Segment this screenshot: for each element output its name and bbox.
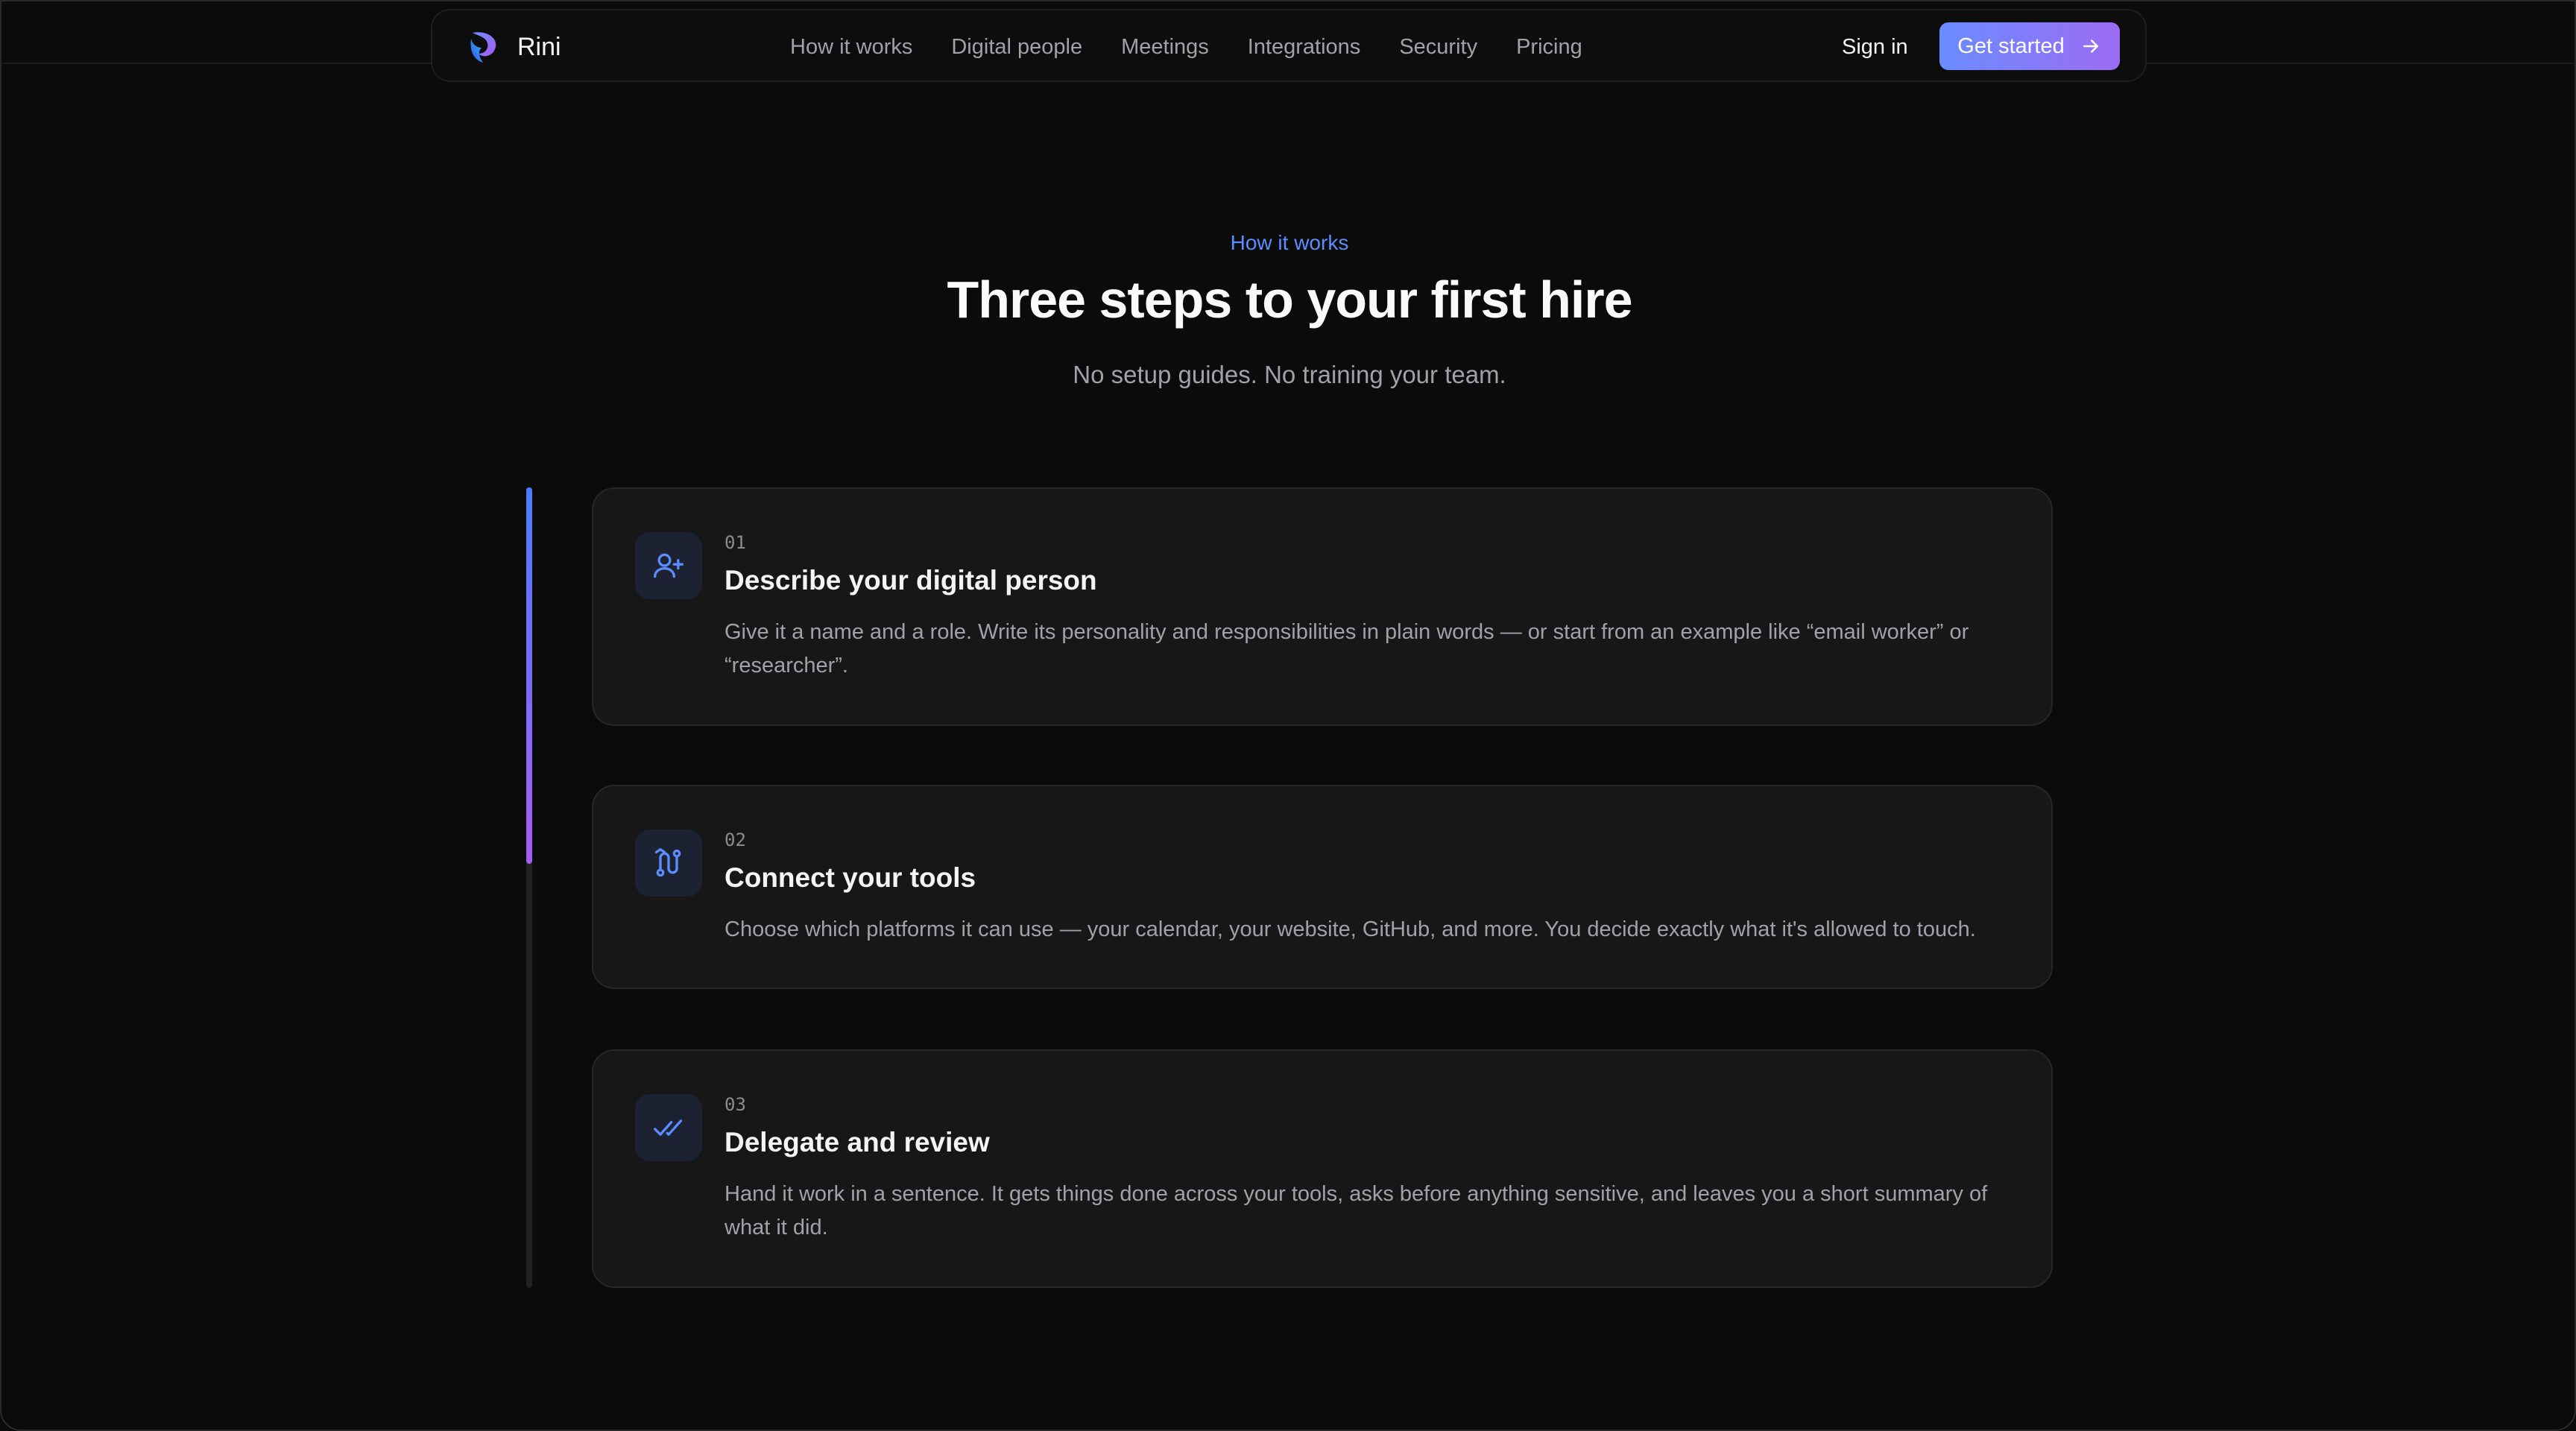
section-subtitle: No setup guides. No training your team.: [1073, 361, 1506, 388]
sign-in-link[interactable]: Sign in: [1842, 10, 1908, 83]
brand-logo-link[interactable]: Rini: [465, 28, 561, 66]
arrow-right-icon: [2065, 35, 2102, 57]
step-number: 02: [724, 830, 746, 850]
section-eyebrow: How it works: [1230, 231, 1349, 254]
step-card-2: 02 Connect your tools Choose which platf…: [592, 785, 2053, 989]
page-frame: Rini How it works Digital people Meeting…: [0, 0, 2576, 1431]
step-title: Describe your digital person: [724, 565, 1097, 596]
double-check-icon: [635, 1094, 702, 1161]
get-started-label: Get started: [1957, 34, 2065, 58]
nav-link-meetings[interactable]: Meetings: [1121, 35, 1209, 60]
steps-timeline-track: [526, 487, 532, 1288]
nav-link-integrations[interactable]: Integrations: [1248, 35, 1361, 60]
rini-logo-icon: [465, 28, 502, 66]
route-icon: [635, 830, 702, 897]
step-title: Connect your tools: [724, 862, 976, 893]
step-number: 01: [724, 532, 746, 553]
nav-link-digital-people[interactable]: Digital people: [951, 35, 1082, 60]
section-title: Three steps to your first hire: [947, 271, 1632, 329]
step-description: Give it a name and a role. Write its per…: [724, 620, 1969, 677]
step-description: Choose which platforms it can use — your…: [724, 917, 1976, 941]
step-title: Delegate and review: [724, 1127, 990, 1157]
main-menu: How it works Digital people Meetings Int…: [790, 10, 1582, 83]
step-card-1: 01 Describe your digital person Give it …: [592, 487, 2053, 726]
nav-link-pricing[interactable]: Pricing: [1516, 35, 1582, 60]
step-card-3: 03 Delegate and review Hand it work in a…: [592, 1049, 2053, 1288]
top-navigation: Rini How it works Digital people Meeting…: [431, 9, 2147, 82]
nav-link-how-it-works[interactable]: How it works: [790, 35, 912, 60]
step-number: 03: [724, 1094, 746, 1115]
step-description: Hand it work in a sentence. It gets thin…: [724, 1182, 1988, 1239]
user-plus-icon: [635, 532, 702, 599]
steps-timeline-progress: [526, 487, 532, 864]
get-started-button[interactable]: Get started: [1939, 22, 2120, 70]
nav-link-security[interactable]: Security: [1399, 35, 1477, 60]
brand-name: Rini: [517, 32, 561, 61]
